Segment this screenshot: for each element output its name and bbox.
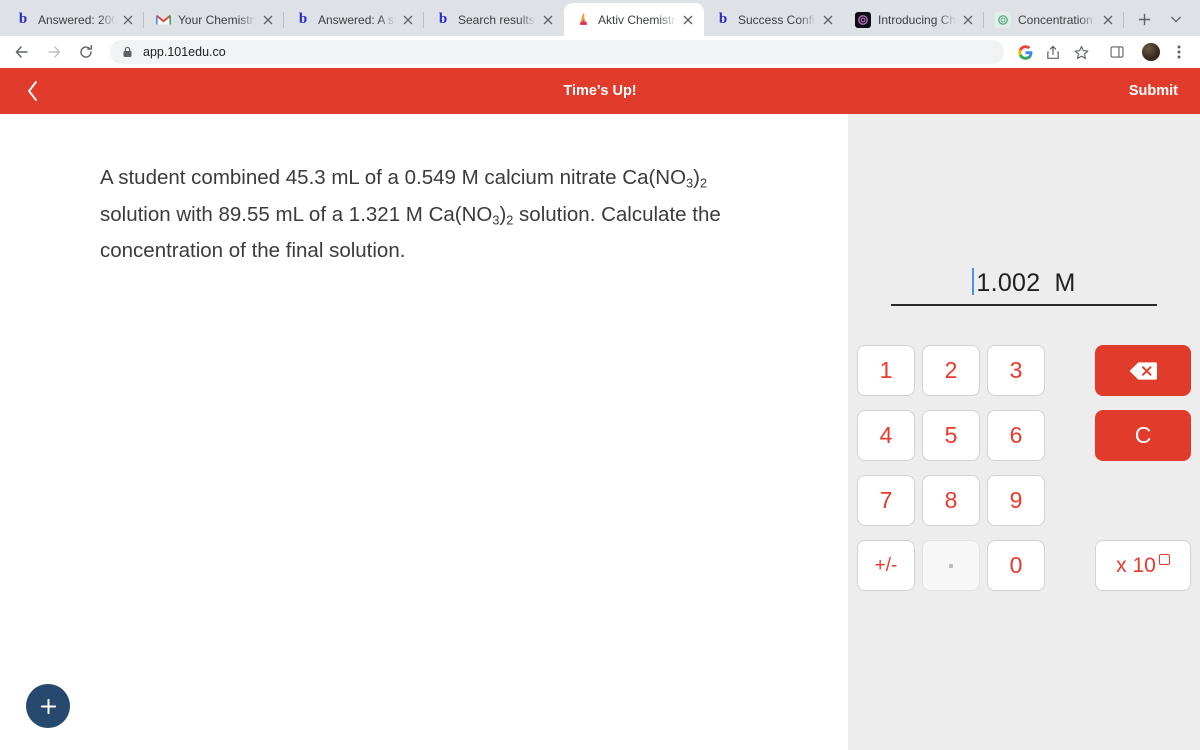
key-4[interactable]: 4	[857, 410, 915, 461]
exponent-button[interactable]: x 10	[1095, 540, 1191, 591]
new-tab-button[interactable]	[1130, 5, 1158, 33]
keypad-gap	[1052, 540, 1088, 591]
key-2[interactable]: 2	[922, 345, 980, 396]
clear-button[interactable]: C	[1095, 410, 1191, 461]
kebab-menu-icon[interactable]	[1166, 39, 1192, 65]
question-pane: A student combined 45.3 mL of a 0.549 M …	[0, 114, 848, 750]
key-decimal[interactable]	[922, 540, 980, 591]
url-text: app.101edu.co	[143, 45, 226, 59]
tab-title: Concentration of	[1018, 12, 1096, 27]
exponent-placeholder-box-icon	[1158, 554, 1170, 565]
browser-tab-1[interactable]: b Answered: 200.0	[4, 3, 144, 36]
question-seg-4: solution with 89.55 mL of a 1.321 M Ca(N…	[100, 202, 493, 226]
answer-field[interactable]: 1.002 M	[891, 264, 1157, 306]
add-button[interactable]	[26, 684, 70, 728]
keypad-gap	[1052, 410, 1088, 461]
tab-title: Success Confirma	[738, 12, 816, 27]
key-plus-minus[interactable]: +/-	[857, 540, 915, 591]
avatar-image	[1142, 43, 1160, 61]
browser-tab-6[interactable]: b Success Confirma	[704, 3, 844, 36]
google-g-icon[interactable]	[1012, 39, 1038, 65]
numeric-keypad: 1 2 3 4 5 6 C 7 8 9 +/- 0 x 10	[857, 345, 1191, 591]
star-icon[interactable]	[1068, 39, 1094, 65]
close-icon[interactable]	[680, 12, 696, 28]
answer-unit: M	[1054, 269, 1076, 297]
page-title: Time's Up!	[563, 83, 637, 99]
browser-tab-8[interactable]: Concentration of	[984, 3, 1124, 36]
backspace-button[interactable]	[1095, 345, 1191, 396]
answer-pane: 1.002 M 1 2 3 4 5 6 C 7 8 9 +/- 0 x 10	[848, 114, 1200, 750]
question-seg-0: A student combined 45.3 mL of a 0.549 M …	[100, 166, 687, 189]
close-icon[interactable]	[400, 12, 416, 28]
share-icon[interactable]	[1040, 39, 1066, 65]
chevron-left-icon[interactable]	[20, 78, 46, 104]
key-3[interactable]: 3	[987, 345, 1045, 396]
browser-tab-5-active[interactable]: Aktiv Chemistry	[564, 3, 704, 36]
tab-title: Aktiv Chemistry	[598, 12, 676, 27]
tab-title: Answered: 200.0	[38, 12, 116, 27]
browser-tab-2[interactable]: Your Chemistry an	[144, 3, 284, 36]
key-0[interactable]: 0	[987, 540, 1045, 591]
close-icon[interactable]	[260, 12, 276, 28]
brainly-b-icon: b	[298, 11, 308, 28]
close-icon[interactable]	[820, 12, 836, 28]
decimal-dot-icon	[949, 563, 953, 568]
key-7[interactable]: 7	[857, 475, 915, 526]
submit-button[interactable]: Submit	[1129, 83, 1178, 99]
lock-icon	[122, 46, 133, 58]
app-header: Time's Up! Submit	[0, 68, 1200, 114]
brainly-b-icon: b	[18, 11, 28, 28]
key-9[interactable]: 9	[987, 475, 1045, 526]
tab-search-chevron-down-icon[interactable]	[1162, 5, 1190, 33]
close-icon[interactable]	[1100, 12, 1116, 28]
tab-title: Search results for	[458, 12, 536, 27]
key-5[interactable]: 5	[922, 410, 980, 461]
aktiv-flask-icon	[575, 12, 591, 28]
address-bar[interactable]: app.101edu.co	[110, 40, 1004, 64]
aktiv-chemistry-app: Time's Up! Submit A student combined 45.…	[0, 68, 1200, 750]
key-1[interactable]: 1	[857, 345, 915, 396]
backspace-icon	[1129, 361, 1157, 380]
browser-tab-7[interactable]: Introducing ChatG	[844, 3, 984, 36]
text-caret	[972, 268, 975, 295]
forward-button[interactable]	[40, 38, 68, 66]
question-seg-2: )	[693, 166, 700, 189]
tab-title: Your Chemistry an	[178, 12, 256, 27]
question-text: A student combined 45.3 mL of a 0.549 M …	[100, 162, 740, 266]
key-8[interactable]: 8	[922, 475, 980, 526]
app-body: A student combined 45.3 mL of a 0.549 M …	[0, 114, 1200, 750]
tab-title: Answered: A stude	[318, 12, 396, 27]
browser-chrome: b Answered: 200.0 Your Chemistry an	[0, 0, 1200, 68]
tab-title: Introducing ChatG	[878, 12, 956, 27]
brainly-b-icon: b	[718, 11, 728, 28]
keypad-gap	[1052, 475, 1088, 526]
answer-line: 1.002 M	[972, 264, 1075, 301]
key-6[interactable]: 6	[987, 410, 1045, 461]
back-button[interactable]	[8, 38, 36, 66]
keypad-gap	[1052, 345, 1088, 396]
close-icon[interactable]	[960, 12, 976, 28]
browser-tab-3[interactable]: b Answered: A stude	[284, 3, 424, 36]
answer-value: 1.002	[976, 269, 1041, 297]
side-panel-icon[interactable]	[1104, 39, 1130, 65]
openai-green-icon	[995, 11, 1011, 28]
tab-strip: b Answered: 200.0 Your Chemistry an	[0, 0, 1200, 36]
close-icon[interactable]	[540, 12, 556, 28]
close-icon[interactable]	[120, 12, 136, 28]
browser-tab-4[interactable]: b Search results for	[424, 3, 564, 36]
gmail-icon	[155, 12, 171, 28]
openai-dark-icon	[855, 11, 871, 28]
brainly-b-icon: b	[438, 11, 448, 28]
reload-button[interactable]	[72, 38, 100, 66]
avatar[interactable]	[1138, 39, 1164, 65]
keypad-gap	[1095, 475, 1191, 526]
browser-toolbar: app.101edu.co	[0, 36, 1200, 68]
exponent-label: x 10	[1116, 554, 1156, 577]
question-sub-3: 2	[699, 175, 708, 191]
